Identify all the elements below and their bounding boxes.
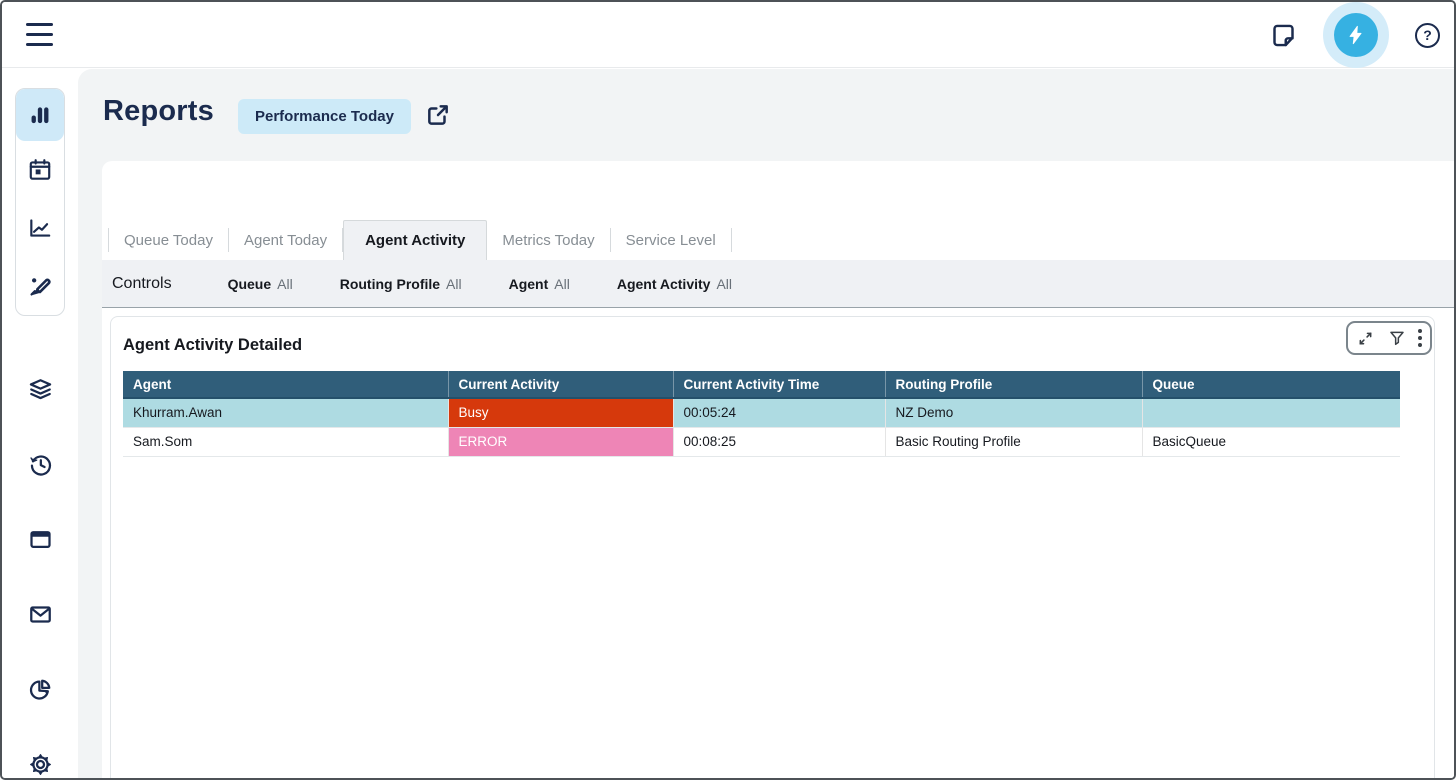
cell-queue: BasicQueue	[1142, 427, 1400, 456]
cell-routing-profile: NZ Demo	[885, 398, 1142, 427]
sidebar	[2, 69, 78, 778]
sidebar-item-calendar[interactable]	[16, 141, 64, 199]
report-tabbar: Queue Today Agent Today Agent Activity M…	[108, 220, 1454, 260]
sidebar-item-mail[interactable]	[16, 577, 64, 652]
cell-activity-time: 00:05:24	[673, 398, 885, 427]
gear-icon	[27, 751, 54, 778]
top-bar: ?	[2, 2, 1454, 68]
mail-icon	[27, 601, 54, 628]
table-header-row: Agent Current Activity Current Activity …	[123, 371, 1400, 398]
table-row: Sam.Som ERROR 00:08:25 Basic Routing Pro…	[123, 427, 1400, 456]
tab-metrics-today[interactable]: Metrics Today	[487, 220, 609, 260]
history-clock-icon	[27, 451, 54, 478]
lightning-bolt-icon[interactable]	[1334, 13, 1378, 57]
table-row: Khurram.Awan Busy 00:05:24 NZ Demo	[123, 398, 1400, 427]
sidebar-item-bar-chart[interactable]	[16, 89, 64, 141]
calendar-icon	[27, 157, 53, 183]
controls-label: Controls	[112, 275, 172, 293]
layers-icon	[27, 376, 54, 403]
cell-current-activity: Busy	[448, 398, 673, 427]
page-header: Reports Performance Today	[78, 69, 1454, 161]
content-panel: Reports Performance Today Queue Today Ag…	[78, 69, 1454, 778]
filter-queue[interactable]: QueueAll	[228, 276, 293, 292]
tab-service-level[interactable]: Service Level	[611, 220, 731, 260]
expand-icon[interactable]	[1356, 329, 1375, 348]
col-current-activity: Current Activity	[448, 371, 673, 398]
filter-routing-profile[interactable]: Routing ProfileAll	[340, 276, 462, 292]
agent-activity-widget: Agent Activity Detailed	[110, 316, 1435, 778]
tab-queue-today[interactable]: Queue Today	[109, 220, 228, 260]
sidebar-item-pie-chart[interactable]	[16, 652, 64, 727]
cell-agent: Khurram.Awan	[123, 398, 448, 427]
filter-funnel-icon[interactable]	[1388, 329, 1406, 347]
sidebar-nav-group	[15, 88, 65, 316]
sidebar-item-settings[interactable]	[16, 727, 64, 780]
line-chart-icon	[27, 215, 53, 241]
brush-design-icon	[27, 273, 53, 299]
col-agent: Agent	[123, 371, 448, 398]
cell-queue	[1142, 398, 1400, 427]
note-icon[interactable]	[1270, 22, 1297, 49]
controls-row: Controls QueueAll Routing ProfileAll Age…	[102, 260, 1454, 308]
kebab-menu-icon[interactable]	[1418, 329, 1422, 347]
external-link-icon[interactable]	[425, 102, 451, 131]
filter-agent[interactable]: AgentAll	[509, 276, 570, 292]
col-routing-profile: Routing Profile	[885, 371, 1142, 398]
tab-divider	[731, 228, 732, 252]
pie-chart-icon	[27, 676, 54, 703]
lightning-button-halo	[1323, 2, 1389, 68]
cell-agent: Sam.Som	[123, 427, 448, 456]
col-queue: Queue	[1142, 371, 1400, 398]
cell-routing-profile: Basic Routing Profile	[885, 427, 1142, 456]
app-window: ?	[0, 0, 1456, 780]
widget-toolbar	[1346, 321, 1432, 355]
sidebar-nav-secondary	[15, 352, 65, 780]
cell-activity-time: 00:08:25	[673, 427, 885, 456]
filter-agent-activity[interactable]: Agent ActivityAll	[617, 276, 732, 292]
hamburger-menu-icon[interactable]	[26, 23, 53, 46]
sidebar-item-history[interactable]	[16, 427, 64, 502]
agent-activity-table: Agent Current Activity Current Activity …	[123, 371, 1400, 457]
page-title: Reports	[103, 95, 214, 128]
report-card: Queue Today Agent Today Agent Activity M…	[102, 161, 1454, 778]
sidebar-item-line-chart[interactable]	[16, 199, 64, 257]
widget-title: Agent Activity Detailed	[123, 336, 302, 355]
col-current-activity-time: Current Activity Time	[673, 371, 885, 398]
sidebar-item-window[interactable]	[16, 502, 64, 577]
sidebar-item-design[interactable]	[16, 257, 64, 315]
tab-agent-today[interactable]: Agent Today	[229, 220, 342, 260]
help-icon[interactable]: ?	[1415, 23, 1440, 48]
browser-window-icon	[27, 526, 54, 553]
topbar-actions: ?	[1270, 2, 1440, 68]
tab-agent-activity[interactable]: Agent Activity	[343, 220, 487, 260]
sidebar-item-layers[interactable]	[16, 352, 64, 427]
performance-today-badge[interactable]: Performance Today	[238, 99, 411, 134]
cell-current-activity: ERROR	[448, 427, 673, 456]
bar-chart-icon	[27, 102, 53, 128]
